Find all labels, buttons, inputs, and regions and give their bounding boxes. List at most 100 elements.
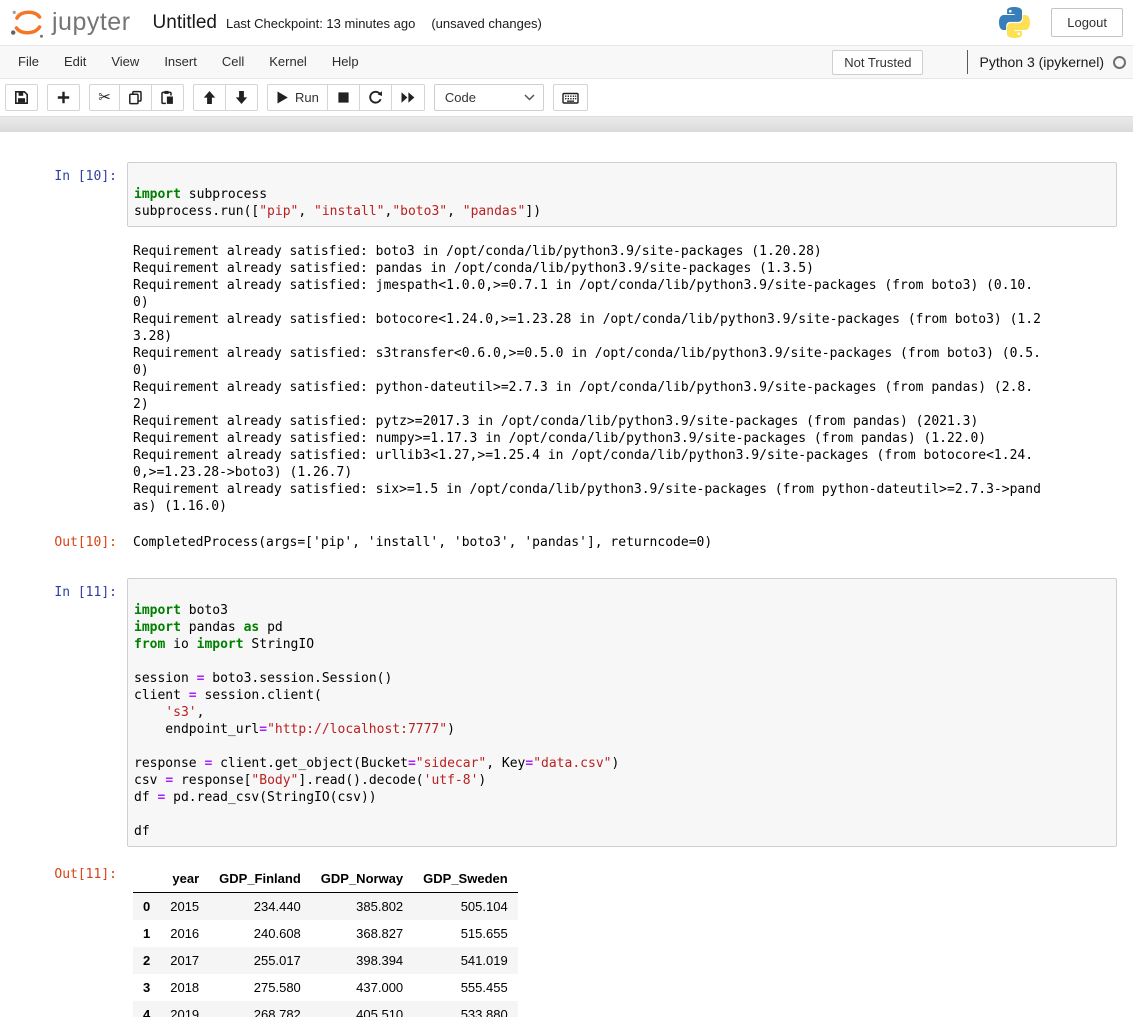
dataframe-index-cell: 0: [133, 893, 160, 921]
paste-cell-button[interactable]: [151, 84, 184, 111]
dataframe-value-cell: 275.580: [209, 974, 311, 1001]
code-editor[interactable]: import subprocesssubprocess.run(["pip", …: [127, 162, 1117, 227]
move-cell-up-button[interactable]: [193, 84, 226, 111]
stream-line: 0): [127, 362, 1117, 379]
menu-item-help[interactable]: Help: [321, 47, 370, 76]
menu-item-kernel[interactable]: Kernel: [258, 47, 318, 76]
paste-icon: [160, 90, 175, 105]
fast-forward-icon: [400, 90, 416, 105]
arrow-down-icon: [234, 90, 249, 105]
menu-item-edit[interactable]: Edit: [53, 47, 97, 76]
notebook-header: jupyter Untitled Last Checkpoint: 13 min…: [0, 0, 1133, 46]
move-cell-down-button[interactable]: [225, 84, 258, 111]
input-prompt: In [11]:: [0, 578, 117, 601]
code-line: csv = response["Body"].read().decode('ut…: [134, 772, 1112, 789]
notebook-title[interactable]: Untitled: [153, 12, 217, 34]
cell-type-dropdown[interactable]: Code: [434, 84, 544, 111]
dataframe-value-cell: 398.394: [311, 947, 413, 974]
jupyter-logo[interactable]: jupyter: [8, 3, 131, 43]
stream-line: 3.28): [127, 328, 1117, 345]
stream-line: Requirement already satisfied: pandas in…: [127, 260, 1117, 277]
dataframe-table: yearGDP_FinlandGDP_NorwayGDP_Sweden02015…: [133, 865, 518, 1017]
code-line: df: [134, 823, 1112, 840]
table-row: 32018275.580437.000555.455: [133, 974, 518, 1001]
code-line: session = boto3.session.Session(): [134, 670, 1112, 687]
dataframe-index-cell: 2: [133, 947, 160, 974]
code-line: df = pd.read_csv(StringIO(csv)): [134, 789, 1112, 806]
menu-items: FileEditViewInsertCellKernelHelp: [7, 53, 373, 71]
dataframe-value-cell: 515.655: [413, 920, 518, 947]
stream-line: 2): [127, 396, 1117, 413]
code-line: import boto3: [134, 602, 1112, 619]
python-logo-icon: [998, 6, 1031, 39]
dataframe-value-cell: 255.017: [209, 947, 311, 974]
toolbar: ✂: [0, 79, 1133, 116]
code-line: [134, 806, 1112, 823]
scissors-icon: ✂: [98, 90, 111, 105]
dataframe-col-header: GDP_Norway: [311, 865, 413, 893]
stream-line: Requirement already satisfied: botocore<…: [127, 311, 1117, 328]
command-palette-button[interactable]: [553, 84, 588, 111]
not-trusted-badge[interactable]: Not Trusted: [832, 50, 923, 75]
logout-button[interactable]: Logout: [1051, 8, 1123, 37]
dataframe-col-header: GDP_Sweden: [413, 865, 518, 893]
copy-icon: [128, 90, 143, 105]
stream-line: Requirement already satisfied: pytz>=201…: [127, 413, 1117, 430]
code-cell: In [10]: import subprocesssubprocess.run…: [0, 162, 1117, 551]
stream-line: Requirement already satisfied: s3transfe…: [127, 345, 1117, 362]
stream-line: Requirement already satisfied: jmespath<…: [127, 277, 1117, 294]
arrow-up-icon: [202, 90, 217, 105]
code-line: client = session.client(: [134, 687, 1112, 704]
code-line: import subprocess: [134, 186, 1112, 203]
code-line: 's3',: [134, 704, 1112, 721]
add-cell-button[interactable]: [47, 84, 80, 111]
table-row: 42019268.782405.510533.880: [133, 1001, 518, 1017]
copy-cell-button[interactable]: [119, 84, 152, 111]
table-row: 22017255.017398.394541.019: [133, 947, 518, 974]
input-prompt: In [10]:: [0, 162, 117, 185]
dataframe-value-cell: 240.608: [209, 920, 311, 947]
dataframe-value-cell: 385.802: [311, 893, 413, 921]
interrupt-kernel-button[interactable]: [327, 84, 360, 111]
save-button[interactable]: [5, 84, 38, 111]
menu-item-cell[interactable]: Cell: [211, 47, 255, 76]
dataframe-corner-cell: [133, 865, 160, 893]
code-line: from io import StringIO: [134, 636, 1112, 653]
stream-line: 0,>=1.23.28->boto3) (1.26.7): [127, 464, 1117, 481]
dataframe-value-cell: 405.510: [311, 1001, 413, 1017]
menu-item-view[interactable]: View: [100, 47, 150, 76]
run-cell-button[interactable]: Run: [267, 84, 328, 111]
code-line: subprocess.run(["pip", "install","boto3"…: [134, 203, 1112, 220]
cut-cell-button[interactable]: ✂: [89, 84, 120, 111]
code-line: response = client.get_object(Bucket="sid…: [134, 755, 1112, 772]
menu-item-insert[interactable]: Insert: [153, 47, 208, 76]
restart-run-all-button[interactable]: [391, 84, 425, 111]
cell-input-row: In [11]: import boto3import pandas as pd…: [0, 578, 1117, 847]
restart-kernel-button[interactable]: [359, 84, 392, 111]
result-output-row: Out[11]:yearGDP_FinlandGDP_NorwayGDP_Swe…: [0, 860, 1117, 1017]
unsaved-changes-status: (unsaved changes): [431, 16, 542, 31]
code-editor[interactable]: import boto3import pandas as pdfrom io i…: [127, 578, 1117, 847]
code-line: [134, 585, 1112, 602]
result-output-row: Out[10]:CompletedProcess(args=['pip', 'i…: [0, 528, 1117, 551]
stream-line: Requirement already satisfied: boto3 in …: [127, 243, 1117, 260]
dataframe-value-cell: 533.880: [413, 1001, 518, 1017]
stop-icon: [336, 90, 351, 105]
code-line: endpoint_url="http://localhost:7777"): [134, 721, 1112, 738]
output-prompt: Out[11]:: [0, 860, 117, 883]
dataframe-wrap: yearGDP_FinlandGDP_NorwayGDP_Sweden02015…: [127, 860, 1117, 1017]
dataframe-index-cell: 4: [133, 1001, 160, 1017]
keyboard-icon: [562, 91, 579, 105]
checkpoint-status: Last Checkpoint: 13 minutes ago: [226, 16, 415, 31]
restart-icon: [368, 90, 383, 105]
dataframe-index-cell: 1: [133, 920, 160, 947]
dataframe-value-cell: 555.455: [413, 974, 518, 1001]
dataframe-value-cell: 437.000: [311, 974, 413, 1001]
menu-item-file[interactable]: File: [7, 47, 50, 76]
code-line: [134, 738, 1112, 755]
save-icon: [14, 90, 29, 105]
stream-output: Requirement already satisfied: boto3 in …: [127, 243, 1117, 515]
cell-input-content: import subprocesssubprocess.run(["pip", …: [127, 162, 1117, 227]
kernel-divider: [967, 50, 968, 74]
dataframe-value-cell: 268.782: [209, 1001, 311, 1017]
